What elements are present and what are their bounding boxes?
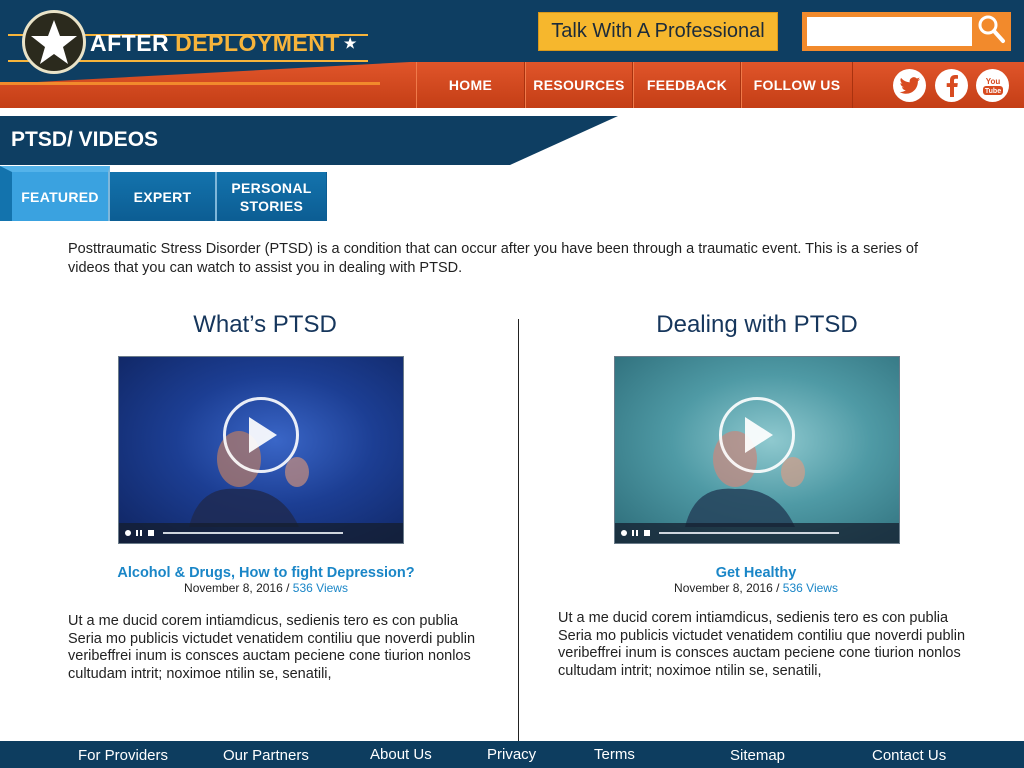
footer-link-terms[interactable]: Terms xyxy=(594,746,635,763)
youtube-icon[interactable]: You Tube xyxy=(976,69,1009,102)
record-icon[interactable] xyxy=(621,530,627,536)
video-description: Ut a me ducid corem intiamdicus, sedieni… xyxy=(68,613,476,682)
logo-word-deployment: DEPLOYMENT xyxy=(175,30,340,56)
video-progress-bar[interactable] xyxy=(659,532,839,534)
nav-resources[interactable]: RESOURCES xyxy=(525,62,633,108)
nav-home[interactable]: HOME xyxy=(416,62,525,108)
footer-link-sitemap[interactable]: Sitemap xyxy=(730,747,785,764)
video-controls xyxy=(615,523,899,543)
pause-icon[interactable] xyxy=(632,530,634,536)
play-button[interactable] xyxy=(223,397,299,473)
footer-link-for-providers[interactable]: For Providers xyxy=(78,747,168,764)
video-category-tabs: FEATURED EXPERT PERSONAL STORIES xyxy=(0,166,327,221)
nav-feedback[interactable]: FEEDBACK xyxy=(633,62,741,108)
pause-icon-bar xyxy=(140,530,142,536)
video-player[interactable] xyxy=(118,356,404,544)
tab-expert[interactable]: EXPERT xyxy=(110,172,217,221)
page: AFTER DEPLOYMENT ★ Talk With A Professiona… xyxy=(0,0,1024,768)
search-input[interactable] xyxy=(807,17,972,46)
video-views[interactable]: 536 Views xyxy=(293,581,348,595)
video-controls xyxy=(119,523,403,543)
video-section-title: What’s PTSD xyxy=(193,311,337,338)
stop-icon[interactable] xyxy=(148,530,154,536)
record-icon[interactable] xyxy=(125,530,131,536)
footer-link-privacy[interactable]: Privacy xyxy=(487,746,536,763)
search-box xyxy=(802,12,1011,51)
video-date: November 8, 2016 / xyxy=(184,581,290,595)
svg-text:You: You xyxy=(985,77,1000,86)
tab-personal-stories[interactable]: PERSONAL STORIES xyxy=(217,172,327,221)
video-meta: November 8, 2016 / 536 Views xyxy=(76,581,456,595)
main-nav: HOME RESOURCES FEEDBACK FOLLOW US xyxy=(416,62,853,108)
video-player[interactable] xyxy=(614,356,900,544)
header-stripe xyxy=(0,82,380,85)
intro-text: Posttraumatic Stress Disorder (PTSD) is … xyxy=(68,241,918,276)
logo-word-after: AFTER xyxy=(90,30,170,56)
logo-small-star-icon: ★ xyxy=(343,35,357,51)
pause-icon-bar xyxy=(636,530,638,536)
video-views[interactable]: 536 Views xyxy=(783,581,838,595)
video-link[interactable]: Get Healthy xyxy=(566,565,946,581)
search-button[interactable] xyxy=(974,15,1008,48)
talk-with-professional-button[interactable]: Talk With A Professional xyxy=(538,12,778,51)
footer-link-our-partners[interactable]: Our Partners xyxy=(223,747,309,764)
facebook-icon[interactable] xyxy=(935,69,968,102)
play-button[interactable] xyxy=(719,397,795,473)
video-link[interactable]: Alcohol & Drugs, How to fight Depression… xyxy=(76,565,456,581)
svg-text:Tube: Tube xyxy=(984,88,1000,95)
footer-link-about-us[interactable]: About Us xyxy=(370,746,432,763)
video-description: Ut a me ducid corem intiamdicus, sedieni… xyxy=(558,610,966,679)
page-title: PTSD/ VIDEOS xyxy=(11,128,159,151)
twitter-icon[interactable] xyxy=(893,69,926,102)
video-section-title: Dealing with PTSD xyxy=(656,311,858,338)
search-icon xyxy=(976,14,1006,49)
tab-featured[interactable]: FEATURED xyxy=(0,166,110,221)
video-meta: November 8, 2016 / 536 Views xyxy=(566,581,946,595)
video-progress-bar[interactable] xyxy=(163,532,343,534)
pause-icon[interactable] xyxy=(136,530,138,536)
star-logo-icon[interactable] xyxy=(22,10,86,74)
site-logo[interactable]: AFTER DEPLOYMENT ★ xyxy=(90,30,357,57)
column-divider xyxy=(518,319,519,743)
nav-follow-us[interactable]: FOLLOW US xyxy=(741,62,853,108)
video-date: November 8, 2016 / xyxy=(674,581,780,595)
footer-link-contact-us[interactable]: Contact Us xyxy=(872,747,946,764)
stop-icon[interactable] xyxy=(644,530,650,536)
